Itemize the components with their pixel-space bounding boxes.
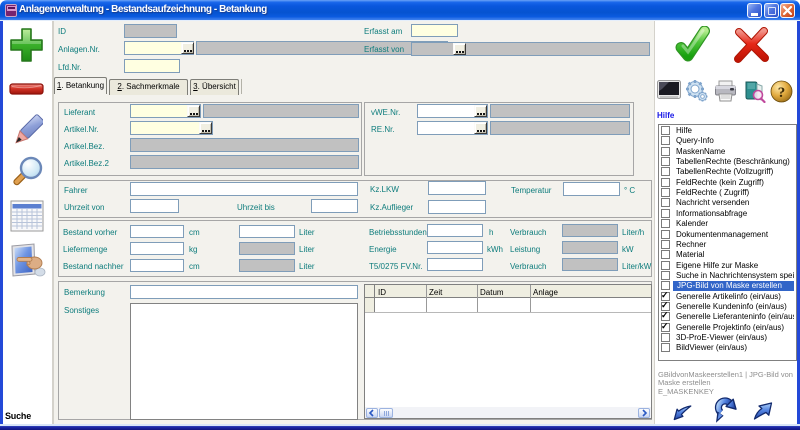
svg-text:?: ?	[778, 85, 786, 101]
